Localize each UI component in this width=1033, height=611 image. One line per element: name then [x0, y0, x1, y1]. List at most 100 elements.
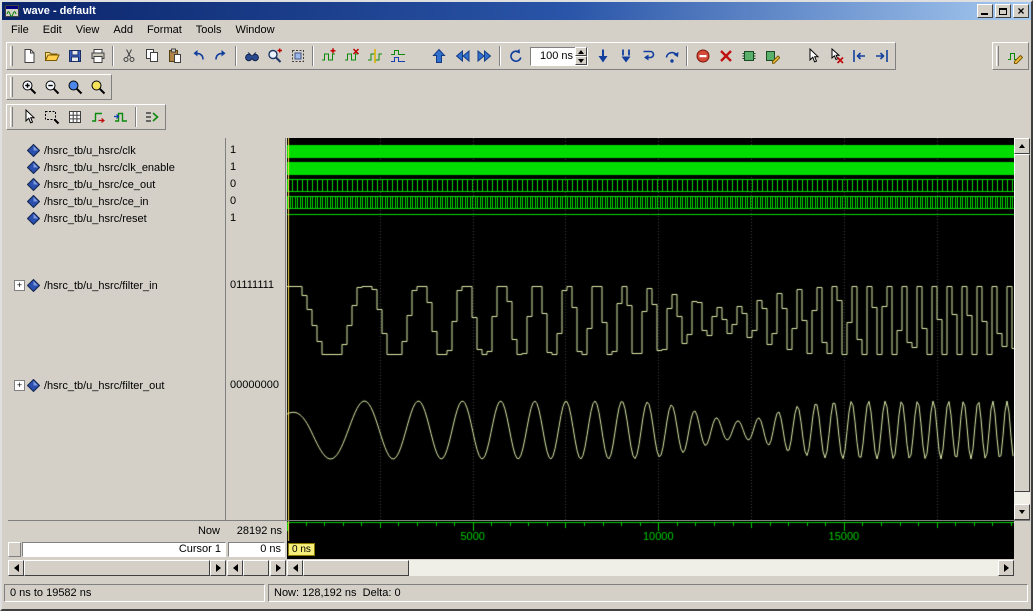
- menu-window[interactable]: Window: [228, 22, 281, 38]
- menu-add[interactable]: Add: [106, 22, 140, 38]
- open-folder-button[interactable]: [40, 45, 63, 67]
- menu-view[interactable]: View: [69, 22, 107, 38]
- timeline-ruler-canvas[interactable]: [287, 521, 1014, 542]
- run-button[interactable]: [591, 45, 614, 67]
- menu-edit[interactable]: Edit: [36, 22, 69, 38]
- save-button[interactable]: [63, 45, 86, 67]
- wave-scrollbar[interactable]: [287, 560, 1014, 576]
- copy-button[interactable]: [140, 45, 163, 67]
- signal-row[interactable]: +/hsrc_tb/u_hsrc/filter_out: [8, 378, 225, 393]
- values-scrollbar[interactable]: [227, 560, 286, 576]
- delete-wave-button[interactable]: [340, 45, 363, 67]
- toolbar-grip[interactable]: [10, 77, 13, 97]
- zoom-range-button[interactable]: [86, 76, 109, 98]
- signal-row[interactable]: /hsrc_tb/u_hsrc/ce_in: [8, 194, 225, 209]
- vertical-scrollbar[interactable]: [1014, 138, 1030, 520]
- signal-row[interactable]: /hsrc_tb/u_hsrc/ce_out: [8, 177, 225, 192]
- print-button[interactable]: [86, 45, 109, 67]
- select-all-button[interactable]: [286, 45, 309, 67]
- values-scroll-thumb[interactable]: [243, 560, 269, 576]
- names-scroll-left-button[interactable]: [8, 560, 24, 576]
- cursor-track[interactable]: 0 ns: [287, 541, 1014, 559]
- find-next-button[interactable]: [263, 45, 286, 67]
- wave-scroll-thumb[interactable]: [303, 560, 409, 576]
- menu-file[interactable]: File: [4, 22, 36, 38]
- undo-button[interactable]: [186, 45, 209, 67]
- step-button[interactable]: [637, 45, 660, 67]
- toolbar-grip[interactable]: [10, 46, 13, 66]
- cursor-lock-button[interactable]: [8, 542, 21, 557]
- run-length-input[interactable]: [531, 49, 575, 64]
- find-button[interactable]: [240, 45, 263, 67]
- values-scroll-left-button[interactable]: [227, 560, 243, 576]
- names-scrollbar[interactable]: [8, 560, 226, 576]
- waveform-canvas[interactable]: [287, 138, 1014, 520]
- signal-value[interactable]: 1: [227, 160, 285, 175]
- maximize-button[interactable]: [995, 4, 1011, 18]
- cursor-time-tag[interactable]: 0 ns: [288, 543, 315, 556]
- run-length-increase-button[interactable]: [575, 47, 587, 56]
- signal-row[interactable]: +/hsrc_tb/u_hsrc/filter_in: [8, 278, 225, 293]
- move-edge-button[interactable]: [109, 106, 132, 128]
- signal-row[interactable]: /hsrc_tb/u_hsrc/reset: [8, 211, 225, 226]
- run-length-decrease-button[interactable]: [575, 56, 587, 65]
- stretch-edge-button[interactable]: [86, 106, 109, 128]
- select-mode-button[interactable]: [17, 106, 40, 128]
- signal-value[interactable]: 01111111: [227, 278, 285, 293]
- names-scroll-thumb[interactable]: [24, 560, 210, 576]
- expand-toggle[interactable]: +: [14, 380, 25, 391]
- zoom-full-button[interactable]: [63, 76, 86, 98]
- compare-wave-button[interactable]: [386, 45, 409, 67]
- scroll-down-button[interactable]: [1014, 504, 1030, 520]
- fast-backward-button[interactable]: [450, 45, 473, 67]
- menu-format[interactable]: Format: [140, 22, 189, 38]
- memory-view-button[interactable]: [737, 45, 760, 67]
- names-scroll-right-button[interactable]: [210, 560, 226, 576]
- cursor-value-field[interactable]: 0 ns: [228, 542, 285, 557]
- toolbar-grip[interactable]: [10, 107, 13, 127]
- restart-button[interactable]: [504, 45, 527, 67]
- signal-value[interactable]: 00000000: [227, 378, 285, 393]
- signal-value[interactable]: 1: [227, 143, 285, 158]
- title-bar[interactable]: wave - default ×: [2, 2, 1031, 20]
- break-button[interactable]: [691, 45, 714, 67]
- pattern-mode-button[interactable]: [63, 106, 86, 128]
- delete-pointer-button[interactable]: [824, 45, 847, 67]
- go-up-button[interactable]: [427, 45, 450, 67]
- values-scroll-right-button[interactable]: [270, 560, 286, 576]
- fast-forward-button[interactable]: [473, 45, 496, 67]
- signal-value[interactable]: 1: [227, 211, 285, 226]
- memory-edit-button[interactable]: [760, 45, 783, 67]
- jump-right-button[interactable]: [870, 45, 893, 67]
- continue-button[interactable]: [614, 45, 637, 67]
- cut-button[interactable]: [117, 45, 140, 67]
- menu-tools[interactable]: Tools: [189, 22, 229, 38]
- pointer-button[interactable]: [801, 45, 824, 67]
- jump-left-button[interactable]: [847, 45, 870, 67]
- wave-scroll-right-button[interactable]: [998, 560, 1014, 576]
- signal-value[interactable]: 0: [227, 194, 285, 209]
- wave-edit-button[interactable]: [1003, 45, 1026, 67]
- vertical-scroll-thumb[interactable]: [1014, 154, 1030, 492]
- signal-value[interactable]: 0: [227, 177, 285, 192]
- wave-scroll-left-button[interactable]: [287, 560, 303, 576]
- signal-row[interactable]: /hsrc_tb/u_hsrc/clk_enable: [8, 160, 225, 175]
- redo-button[interactable]: [209, 45, 232, 67]
- toolbar-grip[interactable]: [996, 46, 999, 66]
- zoom-out-button[interactable]: [40, 76, 63, 98]
- expand-toggle[interactable]: +: [14, 280, 25, 291]
- signal-row[interactable]: /hsrc_tb/u_hsrc/clk: [8, 143, 225, 158]
- insert-cursor-button[interactable]: [363, 45, 386, 67]
- paste-button[interactable]: [163, 45, 186, 67]
- add-wave-button[interactable]: [317, 45, 340, 67]
- close-button[interactable]: ×: [1013, 4, 1029, 18]
- step-over-button[interactable]: [660, 45, 683, 67]
- cursor-name-field[interactable]: Cursor 1: [22, 542, 226, 557]
- new-file-button[interactable]: [17, 45, 40, 67]
- scroll-up-button[interactable]: [1014, 138, 1030, 154]
- bus-options-button[interactable]: [140, 106, 163, 128]
- minimize-button[interactable]: [977, 4, 993, 18]
- zoom-mode-button[interactable]: [40, 106, 63, 128]
- zoom-in-button[interactable]: [17, 76, 40, 98]
- kill-button[interactable]: [714, 45, 737, 67]
